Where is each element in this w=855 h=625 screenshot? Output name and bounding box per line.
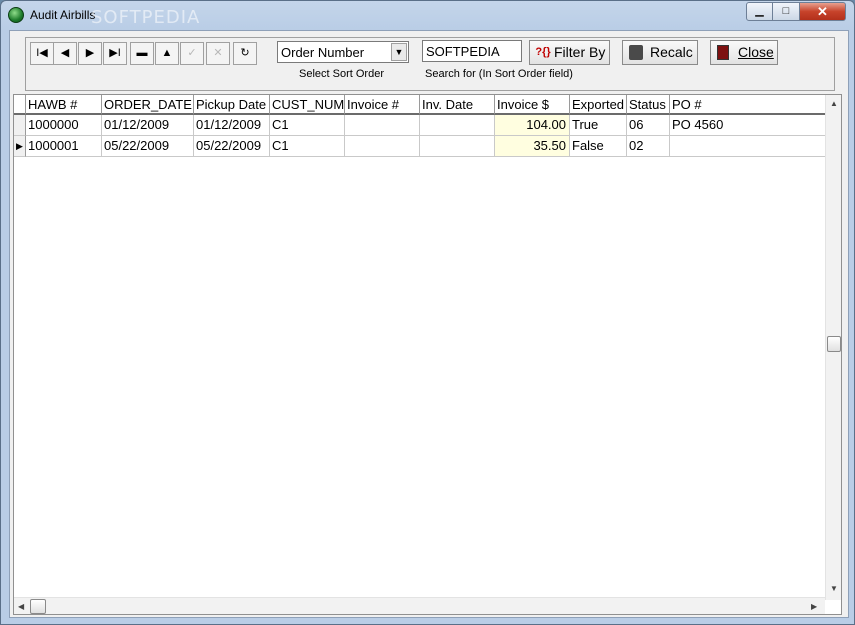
- table-cell[interactable]: 1000000: [26, 115, 102, 136]
- table-cell[interactable]: 1000001: [26, 136, 102, 157]
- table-cell[interactable]: [420, 136, 495, 157]
- toolbar-panel: I◀ ◀ ▶ ▶I ▬ ▲ ✓ ✕ ↻ Order Number ▼ Selec…: [25, 37, 835, 91]
- column-header-inv-date[interactable]: Inv. Date: [420, 95, 495, 115]
- column-header-exported[interactable]: Exported: [570, 95, 627, 115]
- table-cell[interactable]: 01/12/2009: [102, 115, 194, 136]
- next-record-button[interactable]: ▶: [78, 42, 102, 65]
- search-caption: Search for (In Sort Order field): [425, 68, 573, 80]
- table-cell[interactable]: 104.00: [495, 115, 570, 136]
- table-cell[interactable]: 02: [627, 136, 670, 157]
- scroll-down-arrow-icon[interactable]: ▼: [830, 584, 838, 593]
- edit-record-button[interactable]: ▲: [155, 42, 179, 65]
- exit-door-icon: [717, 45, 729, 60]
- table-cell[interactable]: 05/22/2009: [194, 136, 270, 157]
- column-header-hawb[interactable]: HAWB #: [26, 95, 102, 115]
- vertical-scrollbar[interactable]: ▲ ▼: [825, 95, 841, 600]
- recalc-label: Recalc: [650, 44, 693, 60]
- table-cell[interactable]: [420, 115, 495, 136]
- post-edit-button[interactable]: ✓: [180, 42, 204, 65]
- prior-record-button[interactable]: ◀: [53, 42, 77, 65]
- close-label: Close: [738, 44, 774, 60]
- cancel-edit-button[interactable]: ✕: [206, 42, 230, 65]
- filter-by-button[interactable]: ?{} Filter By: [529, 40, 610, 65]
- table-cell[interactable]: [345, 136, 420, 157]
- table-cell[interactable]: PO 4560: [670, 115, 825, 136]
- calculator-icon: [629, 45, 643, 60]
- horizontal-scrollbar[interactable]: ◀ ▶: [14, 597, 825, 614]
- delete-record-button[interactable]: ▬: [130, 42, 154, 65]
- window-title: Audit Airbills: [30, 8, 96, 22]
- column-header-pickup-date[interactable]: Pickup Date: [194, 95, 270, 115]
- scroll-right-arrow-icon[interactable]: ▶: [811, 602, 817, 611]
- watermark-text: SOFTPEDIA: [91, 7, 201, 28]
- table-cell[interactable]: [345, 115, 420, 136]
- close-window-button[interactable]: ✕: [799, 2, 846, 21]
- minimize-button[interactable]: ▁: [746, 2, 773, 21]
- app-globe-icon: [8, 7, 24, 23]
- maximize-button[interactable]: □: [772, 2, 800, 21]
- horizontal-scroll-thumb[interactable]: [30, 599, 46, 614]
- row-indicator-header: [14, 95, 26, 115]
- airbills-grid[interactable]: HAWB # ORDER_DATE Pickup Date CUST_NUM I…: [13, 94, 842, 615]
- sort-order-select[interactable]: Order Number ▼: [277, 41, 409, 63]
- sort-order-value: Order Number: [281, 45, 365, 60]
- scroll-left-arrow-icon[interactable]: ◀: [18, 602, 24, 611]
- table-cell[interactable]: 06: [627, 115, 670, 136]
- chevron-down-icon[interactable]: ▼: [391, 43, 407, 61]
- table-cell[interactable]: C1: [270, 115, 345, 136]
- first-record-button[interactable]: I◀: [30, 42, 54, 65]
- last-record-button[interactable]: ▶I: [103, 42, 127, 65]
- title-bar[interactable]: Audit Airbills SOFTPEDIA ▁ □ ✕: [1, 1, 854, 29]
- scroll-up-arrow-icon[interactable]: ▲: [830, 99, 838, 108]
- column-header-po-num[interactable]: PO #: [670, 95, 825, 115]
- table-cell[interactable]: True: [570, 115, 627, 136]
- table-cell[interactable]: 01/12/2009: [194, 115, 270, 136]
- filter-by-label: Filter By: [554, 44, 606, 60]
- row-indicator[interactable]: [14, 115, 26, 136]
- column-header-order-date[interactable]: ORDER_DATE: [102, 95, 194, 115]
- current-row-indicator[interactable]: ▶: [14, 136, 26, 157]
- column-header-invoice-num[interactable]: Invoice #: [345, 95, 420, 115]
- table-cell[interactable]: C1: [270, 136, 345, 157]
- table-cell[interactable]: False: [570, 136, 627, 157]
- table-cell[interactable]: 35.50: [495, 136, 570, 157]
- recalc-button[interactable]: Recalc: [622, 40, 698, 65]
- vertical-scroll-thumb[interactable]: [827, 336, 841, 352]
- search-input[interactable]: [422, 40, 522, 62]
- column-header-cust-num[interactable]: CUST_NUM: [270, 95, 345, 115]
- table-cell[interactable]: 05/22/2009: [102, 136, 194, 157]
- filter-icon: ?{}: [535, 46, 551, 58]
- client-area: I◀ ◀ ▶ ▶I ▬ ▲ ✓ ✕ ↻ Order Number ▼ Selec…: [9, 30, 849, 618]
- refresh-button[interactable]: ↻: [233, 42, 257, 65]
- table-cell[interactable]: [670, 136, 825, 157]
- audit-airbills-window: Audit Airbills SOFTPEDIA ▁ □ ✕ I◀ ◀ ▶ ▶I…: [0, 0, 855, 625]
- column-header-status[interactable]: Status: [627, 95, 670, 115]
- close-button[interactable]: Close: [710, 40, 778, 65]
- column-header-invoice-amount[interactable]: Invoice $: [495, 95, 570, 115]
- sort-order-caption: Select Sort Order: [299, 68, 384, 80]
